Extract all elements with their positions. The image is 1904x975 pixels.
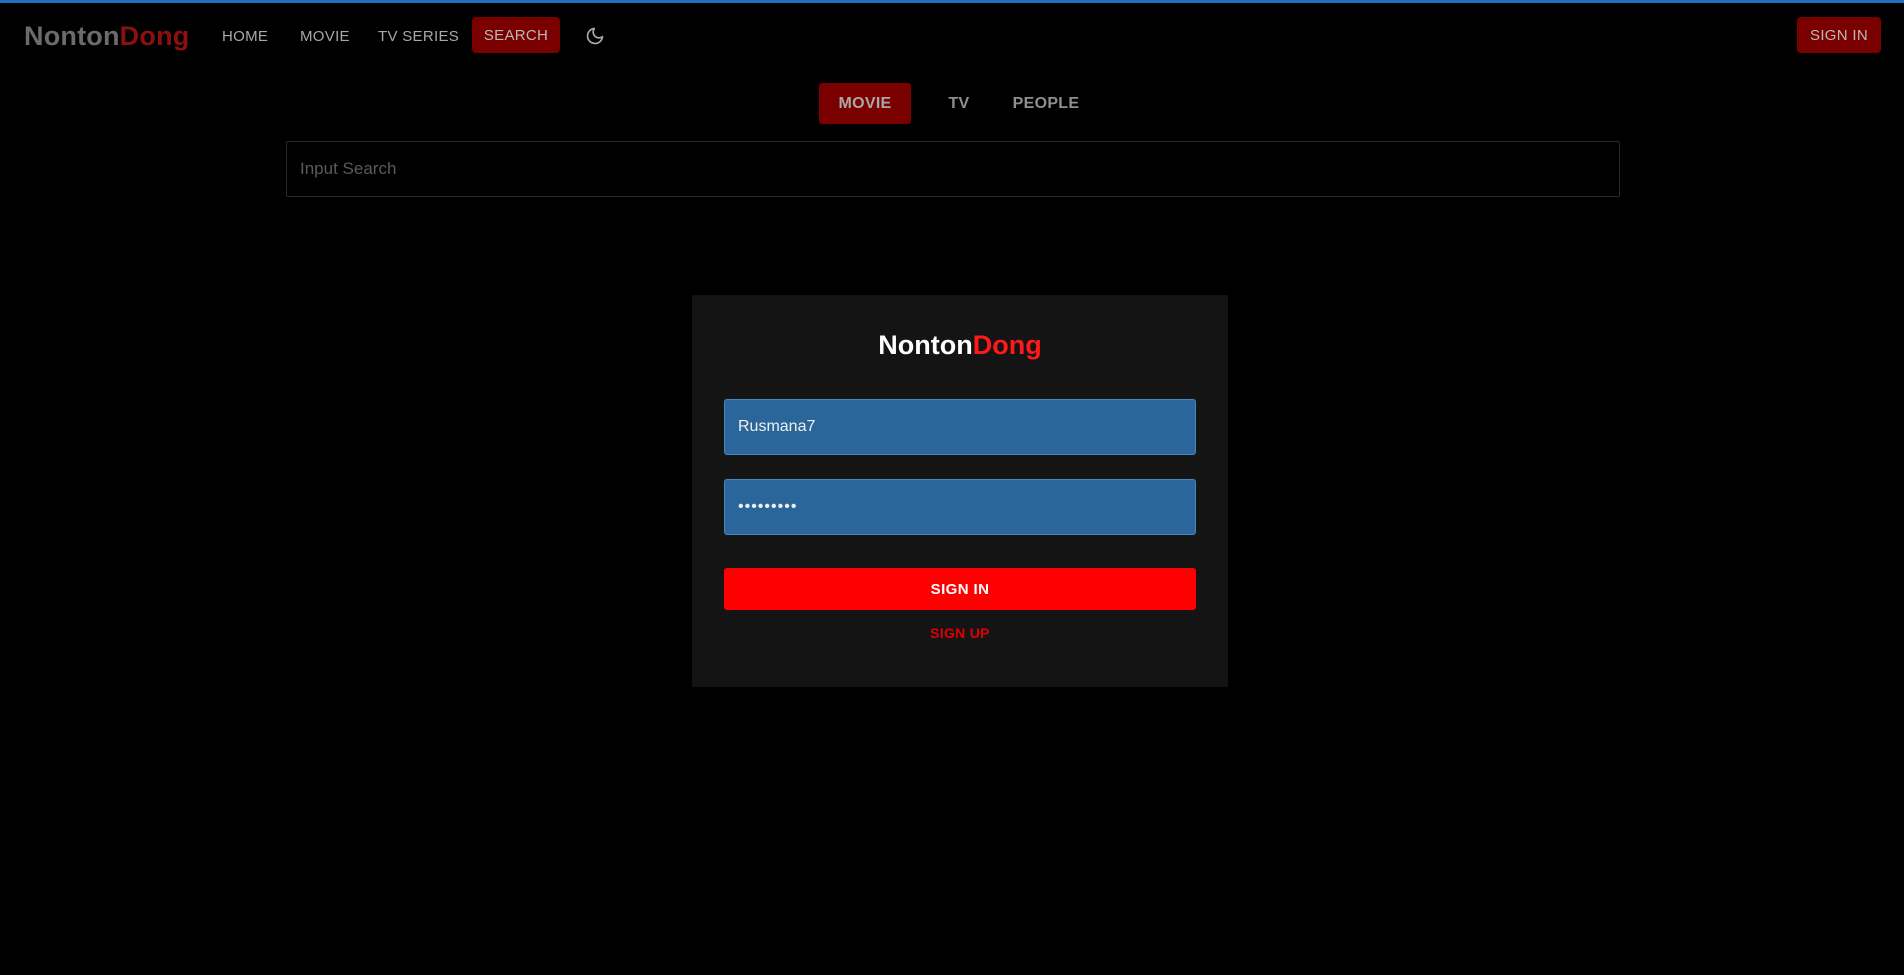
nav-tv-series-link[interactable]: TV SERIES bbox=[378, 25, 459, 49]
logo-text-part2: Dong bbox=[119, 21, 190, 51]
nav-home-link[interactable]: HOME bbox=[222, 25, 268, 49]
moon-icon bbox=[586, 27, 604, 45]
tab-movie[interactable]: MOVIE bbox=[819, 83, 911, 124]
login-logo-part1: Nonton bbox=[878, 330, 973, 360]
password-field[interactable] bbox=[724, 479, 1196, 535]
navbar: NontonDong HOME MOVIE TV SERIES SEARCH S… bbox=[0, 3, 1904, 67]
login-logo-part2: Dong bbox=[972, 330, 1042, 360]
login-logo: NontonDong bbox=[692, 329, 1228, 361]
username-field[interactable] bbox=[724, 399, 1196, 455]
tab-tv[interactable]: TV bbox=[936, 83, 982, 124]
nav-signin-button[interactable]: SIGN IN bbox=[1797, 17, 1881, 53]
theme-toggle-button[interactable] bbox=[584, 25, 606, 47]
nav-search-button[interactable]: SEARCH bbox=[472, 17, 560, 53]
search-input[interactable] bbox=[286, 141, 1620, 197]
login-card: NontonDong SIGN IN SIGN UP bbox=[692, 295, 1228, 687]
signin-submit-button[interactable]: SIGN IN bbox=[724, 568, 1196, 610]
signup-link[interactable]: SIGN UP bbox=[692, 625, 1228, 641]
site-logo[interactable]: NontonDong bbox=[24, 20, 189, 52]
nav-movie-link[interactable]: MOVIE bbox=[300, 25, 350, 49]
logo-text-part1: Nonton bbox=[24, 21, 120, 51]
tab-people[interactable]: PEOPLE bbox=[1009, 83, 1083, 124]
